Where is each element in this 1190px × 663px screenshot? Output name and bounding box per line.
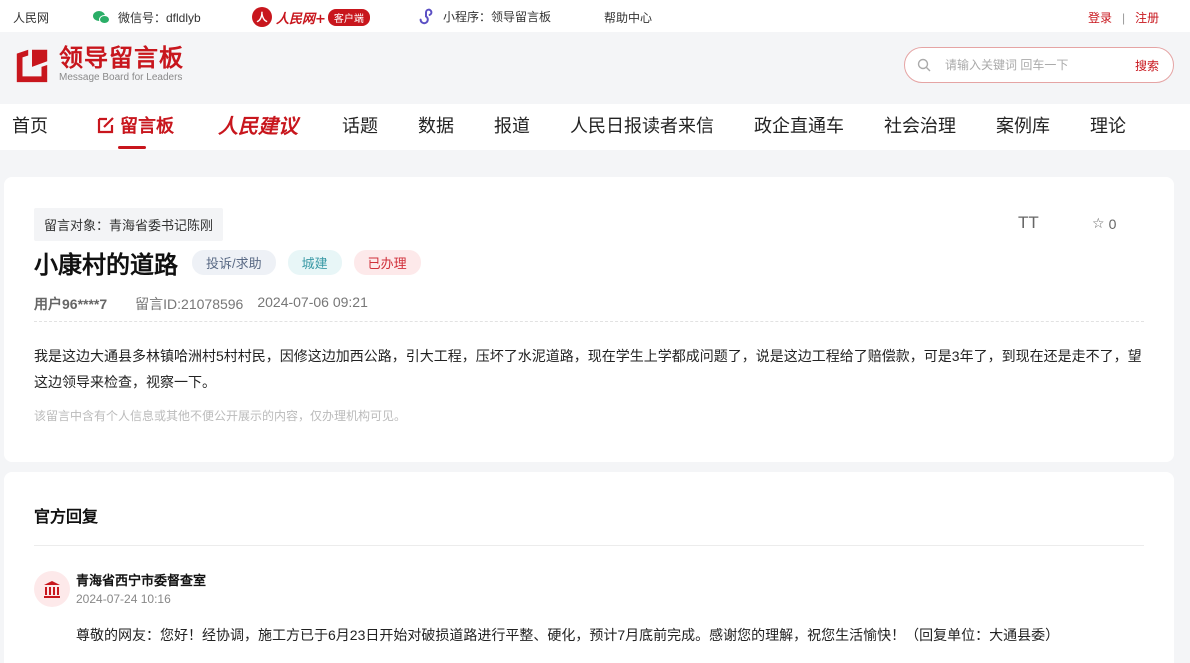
message-content: 我是这边大通县多林镇哈洲村5村村民，因修这边加西公路，引大工程，压坏了水泥道路，…	[34, 348, 1142, 390]
reply-heading: 官方回复	[34, 509, 99, 526]
nav-item-case-library[interactable]: 案例库	[996, 112, 1050, 138]
site-logo[interactable]: 领导留言板 Message Board for Leaders	[13, 46, 184, 84]
rmw-client-link[interactable]: 人 人民网+ 客户端	[252, 7, 370, 27]
title-row: 小康村的道路 投诉/求助 城建 已办理	[34, 245, 433, 280]
auth-separator: |	[1122, 10, 1126, 25]
logo-title: 领导留言板	[59, 45, 184, 72]
main-nav: 首页 留言板 人民建议 话题 数据 报道 人民日报读者来信 政企直通车 社会治理…	[0, 104, 1190, 150]
nav-item-readers-letters[interactable]: 人民日报读者来信	[570, 112, 714, 138]
divider	[34, 321, 1144, 322]
register-link[interactable]: 注册	[1135, 9, 1159, 26]
privacy-notice: 该留言中含有个人信息或其他不便公开展示的内容，仅办理机构可见。	[34, 409, 407, 423]
nav-item-gov-business[interactable]: 政企直通车	[754, 112, 844, 138]
miniprogram-icon	[419, 8, 433, 25]
font-size-button[interactable]: TT	[1018, 213, 1039, 233]
wechat-icon	[93, 10, 110, 25]
nav-item-reports[interactable]: 报道	[494, 112, 530, 138]
reply-card: 官方回复 青海省西宁市委督查室 2024-07-24 10:16 尊敬的网友：您…	[4, 472, 1174, 663]
message-target: 留言对象：青海省委书记陈刚	[34, 208, 224, 241]
favorite-count: 0	[1108, 215, 1117, 232]
help-center-link[interactable]: 帮助中心	[604, 9, 652, 26]
status-badge: 已办理	[353, 250, 421, 275]
miniprogram-label: 小程序：领导留言板	[443, 9, 552, 24]
nav-item-home[interactable]: 首页	[12, 112, 48, 138]
edit-icon	[97, 117, 114, 134]
government-building-icon	[44, 581, 60, 598]
type-tag: 投诉/求助	[192, 250, 276, 275]
search-input[interactable]	[945, 58, 1135, 72]
logo-subtitle: Message Board for Leaders	[59, 72, 183, 83]
star-icon: ☆	[1092, 215, 1105, 231]
favorite-button[interactable]: ☆ 0	[1092, 215, 1116, 232]
wechat-id: 微信号：dfldlyb	[118, 11, 201, 25]
nav-item-label: 留言板	[120, 116, 174, 136]
nav-item-people-suggestion[interactable]: 人民建议	[218, 110, 298, 139]
nav-item-data[interactable]: 数据	[418, 112, 454, 138]
reply-body: 尊敬的网友：您好！经协调，施工方已于6月23日开始对破损道路进行平整、硬化，预计…	[76, 627, 1060, 643]
reply-org-name: 青海省西宁市委督查室	[76, 573, 207, 588]
message-time: 2024-07-06 09:21	[257, 294, 368, 310]
login-link[interactable]: 登录	[1088, 9, 1112, 26]
nav-item-social-governance[interactable]: 社会治理	[884, 112, 956, 138]
top-bar: 人民网 微信号：dfldlyb 人 人民网+ 客户端 小程序：领导留言板 帮助中…	[0, 0, 1190, 32]
message-title: 小康村的道路	[34, 252, 178, 279]
nav-item-topics[interactable]: 话题	[342, 112, 378, 138]
message-id: 留言ID:21078596	[135, 296, 244, 312]
nav-item-message-board[interactable]: 留言板	[96, 112, 174, 149]
wechat-account: 微信号：dfldlyb	[93, 9, 201, 26]
reply-time: 2024-07-24 10:16	[76, 592, 171, 606]
rmw-brand: 人民网+	[276, 11, 326, 27]
search-button[interactable]: 搜索	[1135, 57, 1159, 74]
search-icon	[917, 58, 931, 72]
domain-tag: 城建	[287, 250, 342, 275]
avatar	[34, 571, 70, 607]
search-box: 搜索	[904, 47, 1174, 83]
divider	[34, 545, 1144, 546]
message-card: 留言对象：青海省委书记陈刚 TT ☆ 0 小康村的道路 投诉/求助 城建 已办理…	[4, 177, 1174, 462]
message-meta: 用户96****7 留言ID:21078596 2024-07-06 09:21	[34, 294, 368, 314]
message-author: 用户96****7	[34, 296, 108, 312]
miniprogram-link[interactable]: 小程序：领导留言板	[417, 7, 551, 25]
people-net-link[interactable]: 人民网	[13, 9, 49, 26]
message-board-logo-icon	[16, 49, 48, 83]
auth-links: 登录 | 注册	[1088, 9, 1159, 26]
nav-item-theory[interactable]: 理论	[1090, 112, 1126, 138]
rmw-client-badge: 客户端	[327, 8, 370, 26]
rmw-logo-icon: 人	[252, 7, 272, 27]
